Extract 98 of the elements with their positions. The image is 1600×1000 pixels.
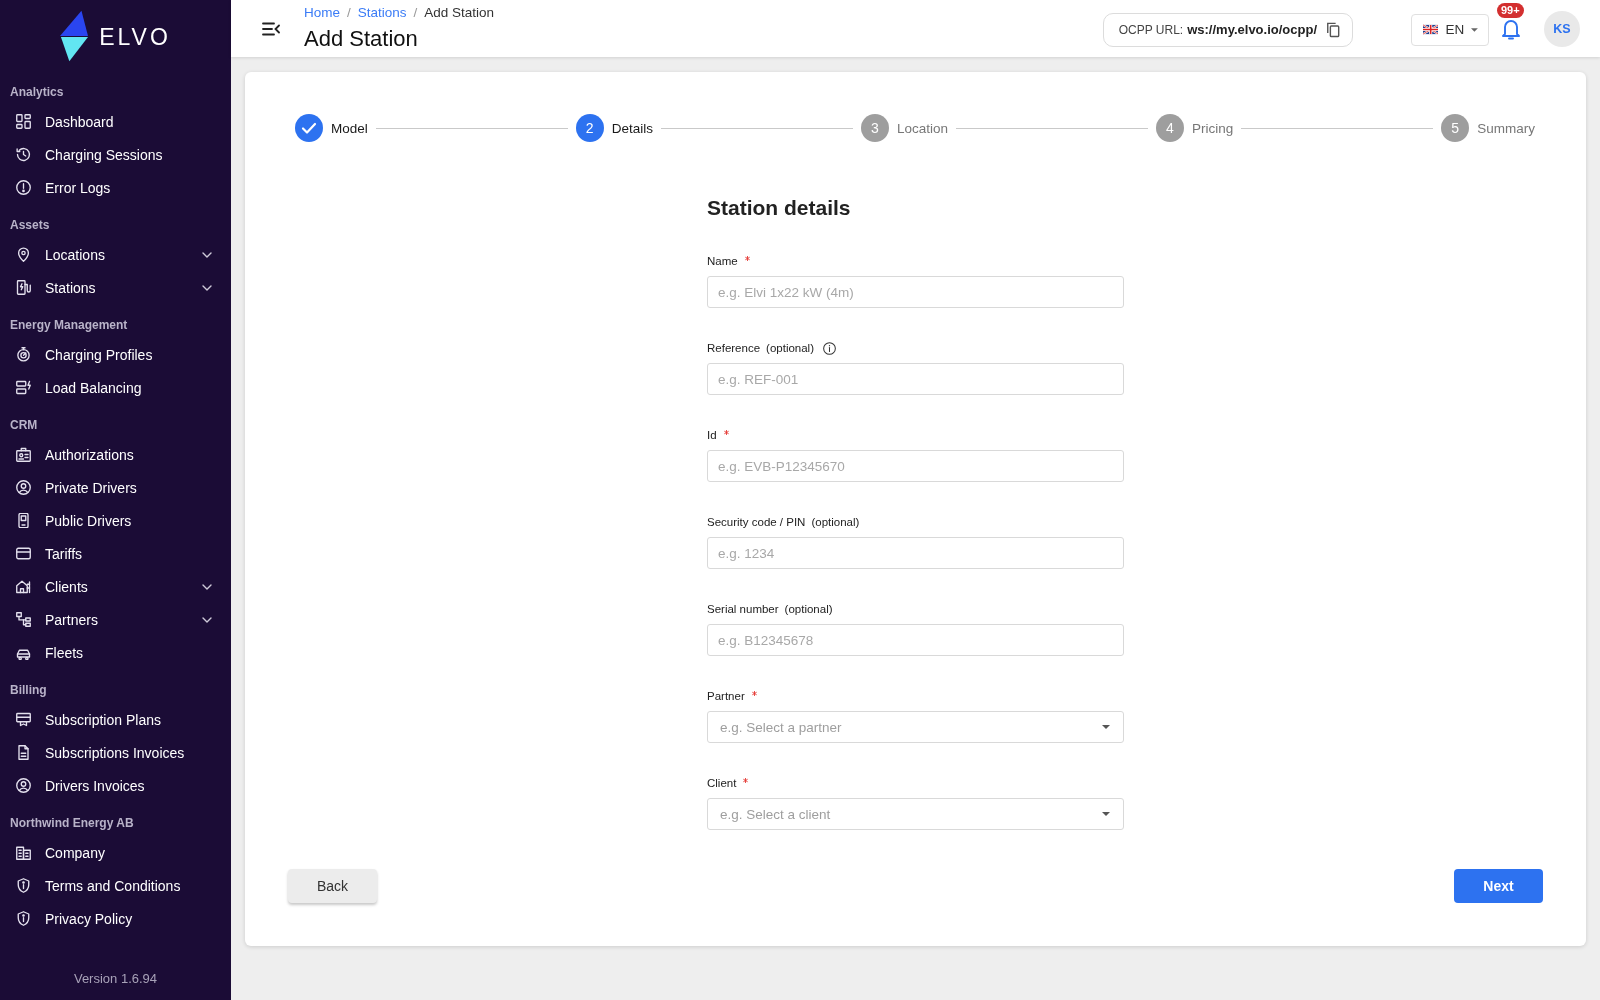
input-field[interactable]: e.g. B12345678 xyxy=(707,624,1124,656)
breadcrumb-link[interactable]: Stations xyxy=(357,4,407,21)
back-button[interactable]: Back xyxy=(288,869,377,903)
map-pin-icon xyxy=(16,247,31,262)
step-number: 4 xyxy=(1156,114,1184,142)
field-label: Id xyxy=(707,429,717,441)
optional-note: (optional) xyxy=(766,342,814,354)
building-icon xyxy=(16,845,31,860)
sidebar-section-title: Billing xyxy=(9,682,48,699)
breadcrumb-current: Add Station xyxy=(424,4,495,21)
input-field[interactable]: e.g. 1234 xyxy=(707,537,1124,569)
alert-circle-icon xyxy=(16,180,31,195)
field-label: Security code / PIN xyxy=(707,516,806,528)
optional-note: (optional) xyxy=(784,603,833,615)
input-field[interactable]: e.g. EVB-P12345670 xyxy=(707,450,1124,482)
copy-icon[interactable] xyxy=(1326,21,1340,38)
sidebar-item[interactable]: Dashboard xyxy=(0,105,231,138)
menu-collapse-icon[interactable] xyxy=(262,21,280,36)
step-label: Summary xyxy=(1477,120,1535,136)
sidebar-item[interactable]: Locations xyxy=(0,238,231,271)
input-field[interactable]: e.g. Elvi 1x22 kW (4m) xyxy=(707,276,1124,308)
charging-station-icon xyxy=(16,280,31,295)
id-card-icon xyxy=(16,447,31,462)
flag-icon xyxy=(1423,24,1439,35)
field-label: Reference xyxy=(707,342,761,354)
panel-bolt-icon xyxy=(16,380,31,395)
phone-icon xyxy=(16,513,31,528)
chevron-down-icon xyxy=(202,251,212,258)
sidebar-section-title: Northwind Energy AB xyxy=(9,815,135,832)
chevron-down-icon xyxy=(202,583,212,590)
sidebar-item[interactable]: Public Drivers xyxy=(0,504,231,537)
sidebar-item[interactable]: Error Logs xyxy=(0,171,231,204)
sidebar-item[interactable]: Subscription Plans xyxy=(0,703,231,736)
field-label: Serial number xyxy=(707,603,779,615)
ocpp-url-value: ws://my.elvo.io/ocpp/ xyxy=(1187,22,1317,37)
bolt-logo-icon xyxy=(60,10,89,62)
sidebar-item[interactable]: Authorizations xyxy=(0,438,231,471)
sidebar-section-title: Assets xyxy=(9,217,51,234)
step-label: Details xyxy=(611,120,653,136)
notification-badge: 99+ xyxy=(1497,2,1524,18)
sidebar-section-title: Analytics xyxy=(9,84,65,101)
input-field[interactable]: e.g. REF-001 xyxy=(707,363,1124,395)
breadcrumb-separator: / xyxy=(413,4,418,21)
breadcrumb-separator: / xyxy=(347,4,351,21)
grid-icon xyxy=(16,114,31,129)
field-label: Name xyxy=(707,255,738,267)
house-icon xyxy=(16,579,31,594)
caret-down-icon xyxy=(1102,725,1110,729)
field-label: Client xyxy=(707,777,737,789)
caret-down-icon xyxy=(1471,27,1478,32)
sidebar-item[interactable]: Terms and Conditions xyxy=(0,869,231,902)
sidebar-item[interactable]: Privacy Policy xyxy=(0,902,231,935)
sidebar-item[interactable]: Charging Sessions xyxy=(0,138,231,171)
step-label: Pricing xyxy=(1192,120,1234,136)
bell-icon[interactable] xyxy=(1501,17,1521,40)
sidebar-item[interactable]: Clients xyxy=(0,570,231,603)
sidebar-item[interactable]: Company xyxy=(0,836,231,869)
form-title: Station details xyxy=(707,195,852,221)
sidebar-item[interactable]: Drivers Invoices xyxy=(0,769,231,802)
sidebar-item[interactable]: Private Drivers xyxy=(0,471,231,504)
breadcrumb-link[interactable]: Home xyxy=(304,4,340,21)
step-label: Location xyxy=(897,120,949,136)
credit-card-icon xyxy=(16,546,31,561)
version-text: Version 1.6.94 xyxy=(72,971,159,986)
logo-text: ELVO xyxy=(99,23,171,51)
sidebar-item[interactable]: Tariffs xyxy=(0,537,231,570)
history-icon xyxy=(16,147,31,162)
document-icon xyxy=(16,745,31,760)
shield-info-icon xyxy=(16,878,31,893)
info-icon[interactable] xyxy=(823,341,836,355)
user-circle-icon xyxy=(16,778,31,793)
sidebar-item[interactable]: Stations xyxy=(0,271,231,304)
certificate-icon xyxy=(16,712,31,727)
sidebar-section-title: CRM xyxy=(9,417,39,434)
ocpp-url-label: OCPP URL: xyxy=(1118,22,1184,37)
step-number: 2 xyxy=(575,114,604,142)
caret-down-icon xyxy=(1102,812,1110,816)
user-circle-icon xyxy=(16,480,31,495)
step-number: 5 xyxy=(1441,114,1470,142)
chevron-down-icon xyxy=(202,284,212,291)
language-select[interactable]: EN xyxy=(1411,13,1489,46)
field-label: Partner xyxy=(707,690,745,702)
stopwatch-icon xyxy=(16,347,31,362)
optional-note: (optional) xyxy=(811,516,860,528)
sidebar-item[interactable]: Subscriptions Invoices xyxy=(0,736,231,769)
sidebar-section-title: Energy Management xyxy=(9,317,129,334)
sidebar-item[interactable]: Partners xyxy=(0,603,231,636)
step-number: 3 xyxy=(861,114,889,142)
sidebar-item[interactable]: Charging Profiles xyxy=(0,338,231,371)
page-title: Add Station xyxy=(304,25,419,53)
chevron-down-icon xyxy=(202,616,212,623)
hierarchy-icon xyxy=(16,612,31,627)
sidebar-item[interactable]: Load Balancing xyxy=(0,371,231,404)
step-label: Model xyxy=(331,120,368,136)
next-button[interactable]: Next xyxy=(1454,869,1543,903)
avatar[interactable]: KS xyxy=(1544,10,1580,47)
shield-info-icon xyxy=(16,911,31,926)
sidebar-item[interactable]: Fleets xyxy=(0,636,231,669)
